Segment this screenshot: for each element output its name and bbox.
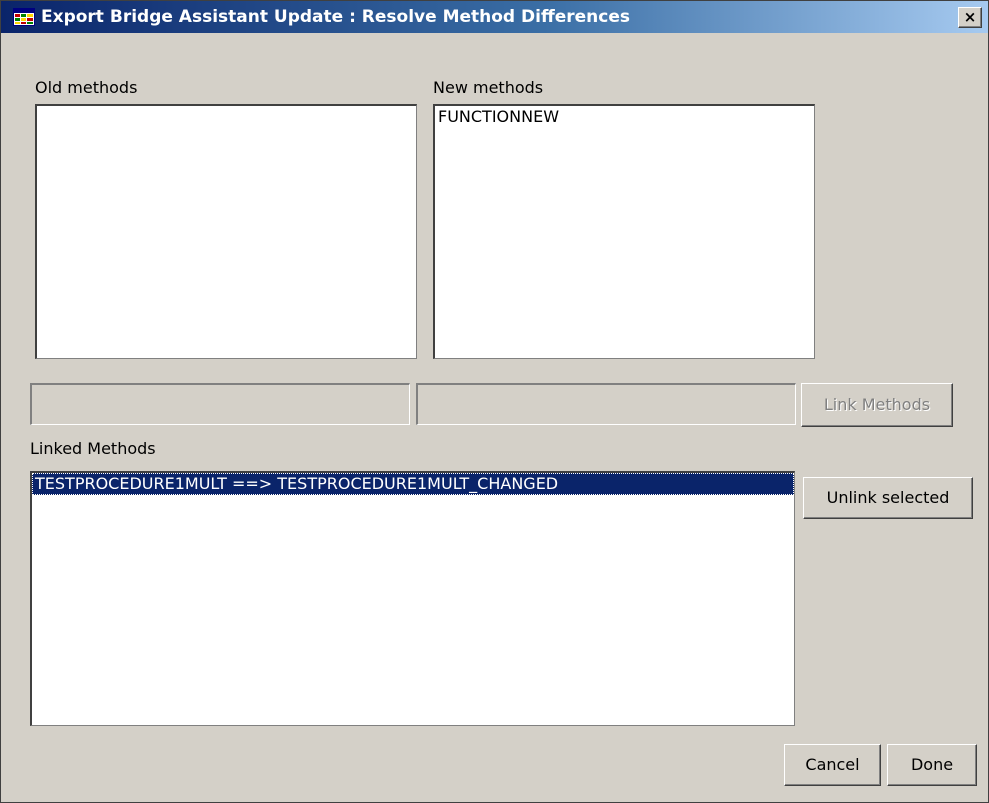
linked-methods-label: Linked Methods: [30, 439, 156, 458]
link-methods-button[interactable]: Link Methods: [801, 383, 953, 427]
app-grid-icon: [13, 8, 35, 26]
window-title: Export Bridge Assistant Update : Resolve…: [41, 7, 630, 27]
old-methods-listbox[interactable]: [35, 104, 417, 359]
done-button[interactable]: Done: [887, 744, 977, 786]
dialog-window: Export Bridge Assistant Update : Resolve…: [0, 0, 989, 803]
old-methods-label: Old methods: [35, 78, 138, 97]
title-bar[interactable]: Export Bridge Assistant Update : Resolve…: [1, 1, 988, 33]
new-methods-label: New methods: [433, 78, 544, 97]
list-item[interactable]: FUNCTIONNEW: [435, 106, 814, 128]
close-button[interactable]: ×: [958, 7, 982, 28]
old-method-field: [30, 383, 410, 425]
cancel-button[interactable]: Cancel: [784, 744, 881, 786]
list-item[interactable]: TESTPROCEDURE1MULT ==> TESTPROCEDURE1MUL…: [32, 473, 794, 495]
close-icon: ×: [963, 8, 977, 26]
unlink-selected-button[interactable]: Unlink selected: [803, 477, 973, 519]
new-method-field: [416, 383, 796, 425]
new-methods-listbox[interactable]: FUNCTIONNEW: [433, 104, 815, 359]
linked-methods-listbox[interactable]: TESTPROCEDURE1MULT ==> TESTPROCEDURE1MUL…: [30, 471, 795, 726]
